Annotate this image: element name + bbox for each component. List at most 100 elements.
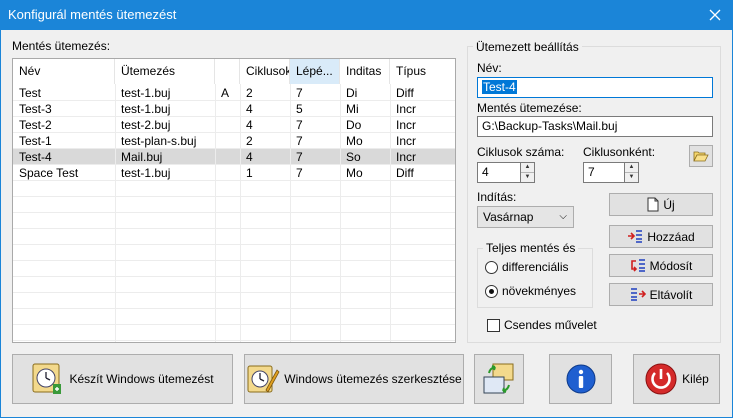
table-row[interactable]: Test-2 test-2.buj 4 7 Do Incr — [13, 117, 455, 133]
exit-button[interactable]: Kilép — [633, 354, 720, 404]
column-cycles[interactable]: Ciklusok — [240, 59, 290, 84]
cell-flag: A — [221, 86, 230, 100]
cell-cycles: 1 — [246, 166, 253, 180]
radio-incremental[interactable]: növekményes — [485, 284, 576, 298]
name-label: Név: — [477, 61, 502, 75]
modify-arrows-icon — [630, 258, 646, 273]
table-row[interactable]: Test-3 test-1.buj 4 5 Mi Incr — [13, 101, 455, 117]
grid-line — [13, 196, 455, 197]
exit-label: Kilép — [682, 372, 709, 386]
checkbox-icon — [487, 318, 500, 332]
schedule-list[interactable]: Név Ütemezés Ciklusok Lépé... Inditas Tí… — [12, 58, 456, 343]
grid-line — [13, 164, 455, 165]
cell-schedule: test-plan-s.buj — [121, 134, 197, 148]
cell-start: So — [346, 150, 361, 164]
cell-schedule: test-1.buj — [121, 166, 171, 180]
info-button[interactable] — [549, 354, 612, 404]
spin-down-icon[interactable]: ▼ — [521, 173, 534, 183]
cell-flag — [215, 165, 240, 181]
title-bar: Konfigurál mentés ütemezést — [0, 0, 733, 30]
modify-button[interactable]: Módosít — [609, 254, 713, 277]
full-backup-group — [477, 248, 593, 308]
cell-type: Incr — [396, 118, 417, 132]
cell-name: Test — [19, 86, 42, 100]
cell-steps: 7 — [296, 166, 303, 180]
grid-line — [13, 276, 455, 277]
cell-start: Di — [346, 86, 358, 100]
name-field[interactable]: Test-4 — [477, 77, 713, 98]
cell-type: Incr — [396, 150, 417, 164]
cell-cycles: 4 — [246, 118, 253, 132]
cell-cycles: 2 — [246, 86, 253, 100]
cell-start: Mi — [346, 102, 359, 116]
clock-calendar-icon — [31, 362, 65, 396]
grid-line — [340, 84, 341, 342]
cell-steps: 7 — [296, 134, 303, 148]
column-start[interactable]: Inditas — [340, 59, 390, 84]
edit-windows-schedule-button[interactable]: Windows ütemezés szerkesztése — [244, 354, 464, 404]
grid-line — [13, 340, 455, 341]
grid-line — [13, 260, 455, 261]
column-schedule[interactable]: Ütemezés — [115, 59, 215, 84]
per-cycle-field[interactable]: 7 — [583, 162, 625, 183]
remove-button[interactable]: Eltávolít — [609, 283, 713, 306]
cell-start: Mo — [346, 134, 363, 148]
silent-operation-label: Csendes művelet — [504, 318, 597, 332]
cell-schedule: test-2.buj — [121, 118, 171, 132]
cell-start: Do — [346, 118, 362, 132]
cell-schedule: test-1.buj — [121, 86, 171, 100]
cycles-field[interactable]: 4 — [477, 162, 521, 183]
cycles-spinner[interactable]: ▲ ▼ — [521, 162, 535, 183]
browse-folder-button[interactable] — [689, 145, 713, 167]
cell-name: Test-4 — [19, 150, 52, 164]
grid-line — [13, 100, 455, 101]
chevron-down-icon: ⌵ — [559, 211, 567, 222]
task-scheduler-button[interactable] — [474, 354, 524, 404]
column-name[interactable]: Név — [13, 59, 115, 84]
spin-up-icon[interactable]: ▲ — [625, 163, 638, 173]
schedule-field[interactable]: G:\Backup-Tasks\Mail.buj — [477, 116, 713, 137]
cell-steps: 7 — [296, 150, 303, 164]
table-row[interactable]: Test-4 Mail.buj 4 7 So Incr — [13, 149, 455, 165]
new-button-label: Új — [663, 197, 675, 212]
cell-schedule: Mail.buj — [121, 150, 163, 164]
table-row[interactable]: Space Test test-1.buj 1 7 Mo Diff — [13, 165, 455, 181]
cell-steps: 7 — [296, 118, 303, 132]
create-windows-schedule-button[interactable]: Készít Windows ütemezést — [12, 354, 233, 404]
cell-cycles: 4 — [246, 150, 253, 164]
start-day-select[interactable]: Vasárnap ⌵ — [477, 206, 574, 228]
spin-up-icon[interactable]: ▲ — [521, 163, 534, 173]
folder-open-icon — [693, 151, 709, 162]
close-button[interactable] — [697, 0, 733, 30]
grid-line — [13, 292, 455, 293]
table-row[interactable]: Test-1 test-plan-s.buj 2 7 Mo Incr — [13, 133, 455, 149]
grid-line — [290, 84, 291, 342]
column-flag[interactable] — [215, 59, 240, 84]
power-icon — [644, 362, 678, 396]
scheduler-refresh-icon — [483, 363, 514, 394]
column-type[interactable]: Típus — [390, 59, 455, 84]
name-field-value: Test-4 — [482, 80, 517, 94]
info-icon — [566, 364, 595, 394]
cell-type: Incr — [396, 134, 417, 148]
cell-name: Test-1 — [19, 134, 52, 148]
silent-operation-checkbox[interactable]: Csendes művelet — [487, 318, 597, 332]
new-button[interactable]: Új — [609, 193, 713, 216]
cell-name: Space Test — [19, 166, 79, 180]
grid-line — [13, 180, 455, 181]
spin-down-icon[interactable]: ▼ — [625, 173, 638, 183]
add-button[interactable]: Hozzáad — [609, 225, 713, 248]
grid-line — [215, 84, 216, 342]
cell-name: Test-3 — [19, 102, 52, 116]
cell-steps: 5 — [296, 102, 303, 116]
create-windows-schedule-label: Készít Windows ütemezést — [69, 372, 214, 386]
radio-differential[interactable]: differenciális — [485, 260, 568, 274]
list-header: Név Ütemezés Ciklusok Lépé... Inditas Tí… — [13, 59, 455, 84]
per-cycle-spinner[interactable]: ▲ ▼ — [625, 162, 639, 183]
table-row[interactable]: Test test-1.buj A 2 7 Di Diff — [13, 85, 455, 101]
cell-cycles: 2 — [246, 134, 253, 148]
schedule-list-label: Mentés ütemezés: — [12, 39, 111, 53]
grid-line — [13, 212, 455, 213]
column-steps[interactable]: Lépé... — [290, 59, 340, 84]
add-button-label: Hozzáad — [647, 229, 695, 244]
